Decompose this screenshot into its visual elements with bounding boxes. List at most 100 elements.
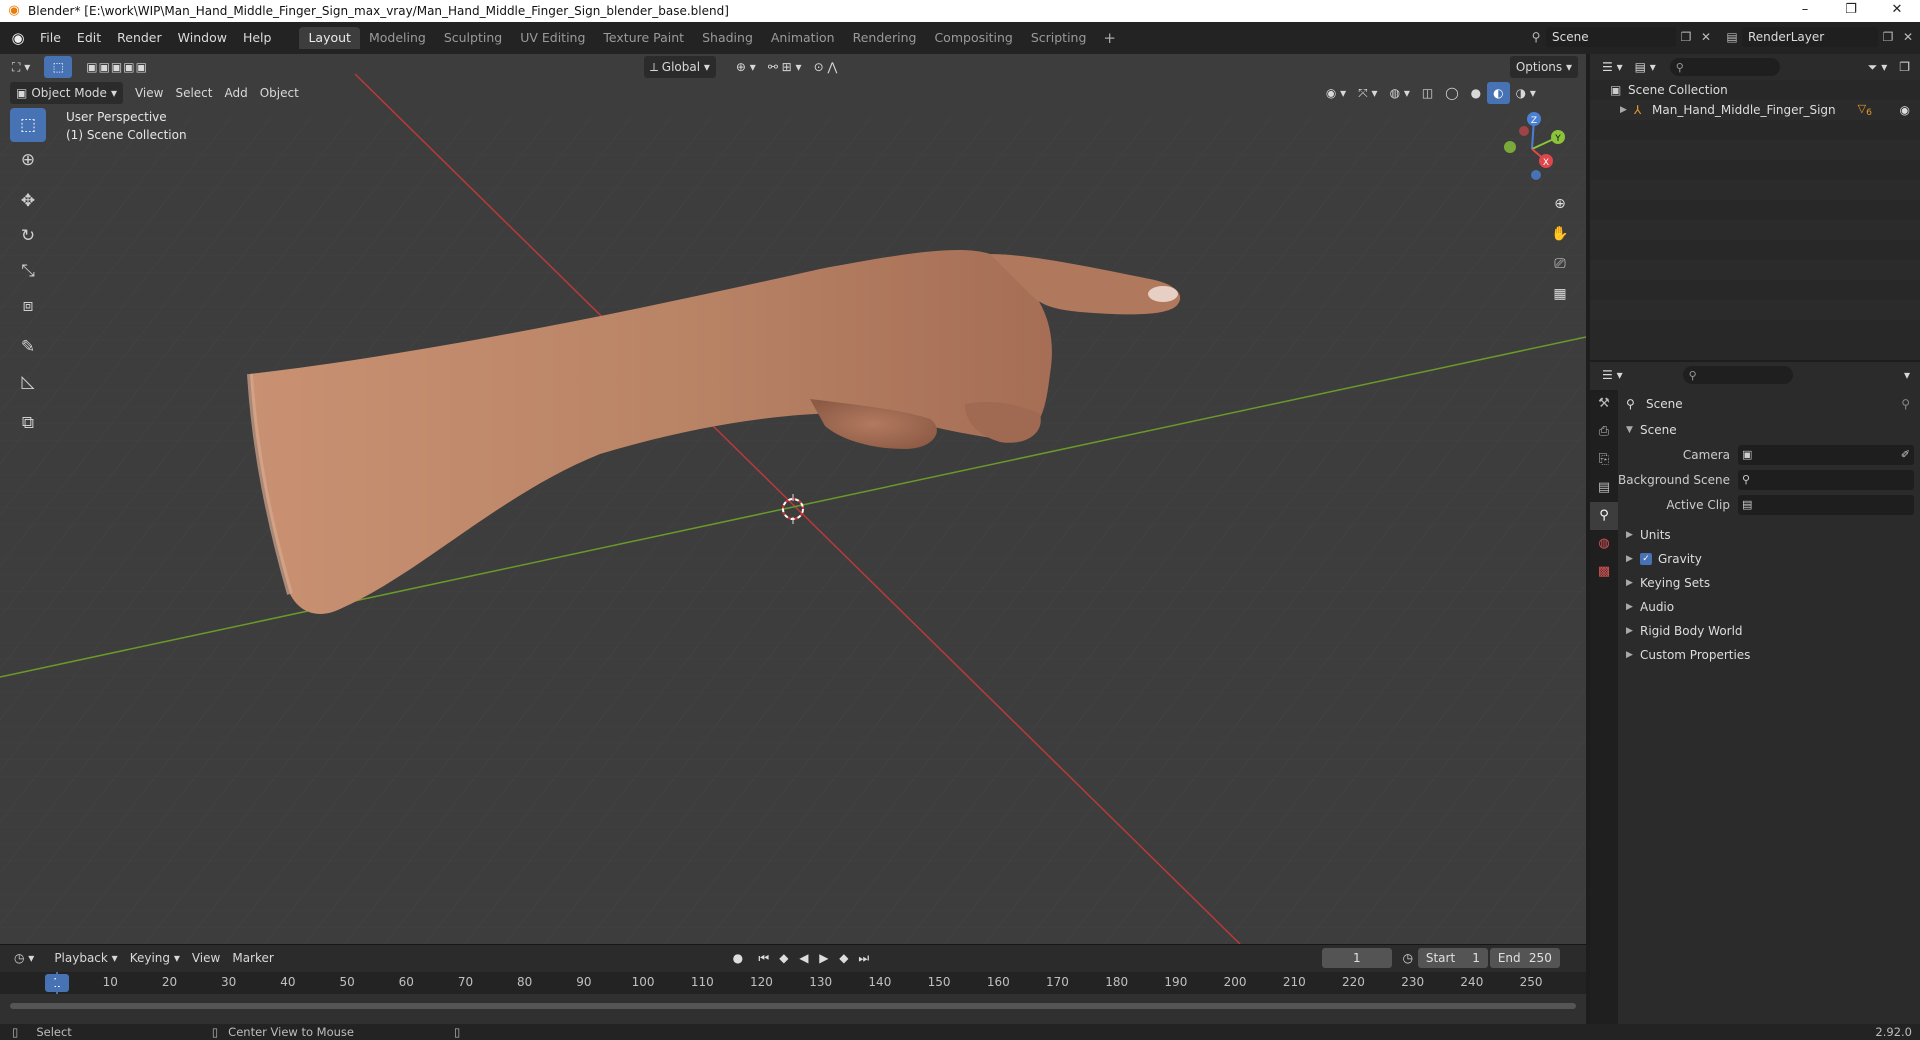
- overlays-icon[interactable]: ◍ ▾: [1384, 82, 1416, 104]
- scene-icon[interactable]: ⚲: [1526, 27, 1546, 47]
- texture-tab-icon[interactable]: ▩: [1590, 558, 1618, 586]
- outliner-scene-collection[interactable]: ▣ Scene Collection: [1590, 80, 1920, 100]
- tab-animation[interactable]: Animation: [762, 27, 844, 49]
- keying-menu[interactable]: Keying ▾: [124, 947, 186, 969]
- visibility-icon[interactable]: ◉ ▾: [1320, 82, 1352, 104]
- outliner-object-row[interactable]: ▶ ⅄ Man_Hand_Middle_Finger_Sign ▽6 ◉: [1590, 100, 1920, 120]
- menu-render[interactable]: Render: [109, 26, 170, 50]
- select-box-icon[interactable]: ⬚: [10, 108, 46, 142]
- xray-icon[interactable]: ◫: [1416, 82, 1439, 104]
- start-frame-field[interactable]: Start 1: [1417, 948, 1488, 968]
- camera-view-icon[interactable]: ⎚: [1546, 250, 1574, 278]
- units-panel[interactable]: ▶ Units: [1618, 523, 1920, 547]
- editor-type-icon[interactable]: ⛶ ▾: [6, 56, 36, 78]
- current-frame-field[interactable]: 1: [1321, 948, 1392, 968]
- measure-icon[interactable]: ◺: [10, 365, 46, 399]
- properties-options-icon[interactable]: ▾: [1898, 364, 1916, 386]
- tool-tab-icon[interactable]: ⚒: [1590, 390, 1618, 418]
- view-layer-name-field[interactable]: RenderLayer: [1742, 27, 1878, 47]
- expand-arrow-icon[interactable]: ▶: [1626, 530, 1640, 540]
- view-layer-icon[interactable]: ▤: [1722, 27, 1742, 47]
- scene-panel-header[interactable]: ▼ Scene: [1618, 418, 1920, 442]
- preview-range-icon[interactable]: ◷: [1398, 951, 1418, 965]
- camera-field[interactable]: ▣ ✐: [1738, 444, 1914, 465]
- eyedropper-icon[interactable]: ✐: [1901, 448, 1910, 461]
- options-button[interactable]: Options ▾: [1509, 56, 1578, 78]
- expand-arrow-icon[interactable]: ▶: [1626, 578, 1640, 588]
- close-button[interactable]: ✕: [1874, 0, 1920, 22]
- tab-sculpting[interactable]: Sculpting: [435, 27, 511, 49]
- jump-start-icon[interactable]: ⏮: [754, 951, 774, 966]
- shading-solid-icon[interactable]: ●: [1465, 82, 1487, 104]
- expand-arrow-icon[interactable]: ▶: [1620, 105, 1634, 115]
- tab-scripting[interactable]: Scripting: [1022, 27, 1096, 49]
- audio-panel[interactable]: ▶ Audio: [1618, 595, 1920, 619]
- blender-menu-icon[interactable]: ◉: [4, 24, 32, 52]
- new-view-layer-icon[interactable]: ❐: [1878, 27, 1898, 47]
- select-mode-icons[interactable]: ▣▣▣▣▣: [80, 56, 154, 78]
- snap-icon[interactable]: ⚯ ⊞ ▾: [762, 56, 808, 78]
- properties-search-input[interactable]: ⚲: [1682, 366, 1793, 384]
- menu-help[interactable]: Help: [235, 26, 280, 50]
- new-collection-icon[interactable]: ❐: [1893, 56, 1916, 78]
- gravity-checkbox[interactable]: ✓: [1640, 553, 1652, 565]
- viewport-menu-select[interactable]: Select: [169, 82, 218, 104]
- outliner-editor-type-icon[interactable]: ☰ ▾: [1596, 56, 1629, 78]
- properties-editor-type-icon[interactable]: ☰ ▾: [1596, 364, 1629, 386]
- expand-arrow-icon[interactable]: ▶: [1626, 626, 1640, 636]
- pan-hand-icon[interactable]: ✋: [1546, 220, 1574, 248]
- transform-orientation-dropdown[interactable]: ⟂ Global ▾: [643, 56, 716, 78]
- view-layer-tab-icon[interactable]: ▤: [1590, 474, 1618, 502]
- viewport-menu-object[interactable]: Object: [254, 82, 305, 104]
- restore-button[interactable]: ❐: [1828, 0, 1874, 22]
- outliner-search-input[interactable]: ⚲: [1669, 58, 1780, 76]
- timeline-ruler[interactable]: 1 10203040506070809010011012013014015016…: [0, 972, 1586, 994]
- gizmo-toggle-icon[interactable]: ⤧ ▾: [1352, 82, 1383, 104]
- rigid-body-world-panel[interactable]: ▶ Rigid Body World: [1618, 619, 1920, 643]
- prev-keyframe-icon[interactable]: ◆: [774, 951, 794, 965]
- transform-icon[interactable]: ⧈: [10, 289, 46, 323]
- new-scene-icon[interactable]: ❐: [1676, 27, 1696, 47]
- render-tab-icon[interactable]: ⎙: [1590, 418, 1618, 446]
- timeline-body[interactable]: [0, 994, 1586, 1025]
- marker-menu[interactable]: Marker: [226, 947, 279, 969]
- annotate-icon[interactable]: ✎: [10, 330, 46, 364]
- 3d-viewport[interactable]: ⛶ ▾ ⬚ ▣▣▣▣▣ ⟂ Global ▾ ⊕ ▾ ⚯ ⊞ ▾ ⊙ ⋀ Opt…: [0, 54, 1586, 944]
- delete-scene-icon[interactable]: ✕: [1696, 27, 1716, 47]
- proportional-editing-icon[interactable]: ⊙ ⋀: [808, 56, 844, 78]
- visibility-eye-icon[interactable]: ◉: [1900, 103, 1910, 117]
- tab-uv-editing[interactable]: UV Editing: [511, 27, 594, 49]
- play-reverse-icon[interactable]: ◀: [794, 951, 814, 965]
- add-workspace-button[interactable]: +: [1095, 29, 1124, 47]
- custom-properties-panel[interactable]: ▶ Custom Properties: [1618, 643, 1920, 667]
- zoom-icon[interactable]: ⊕: [1546, 190, 1574, 218]
- keying-sets-panel[interactable]: ▶ Keying Sets: [1618, 571, 1920, 595]
- tab-rendering[interactable]: Rendering: [844, 27, 926, 49]
- tab-texture-paint[interactable]: Texture Paint: [594, 27, 693, 49]
- display-mode-icon[interactable]: ▤ ▾: [1629, 56, 1662, 78]
- playback-menu[interactable]: Playback ▾: [48, 947, 123, 969]
- tab-layout[interactable]: Layout: [299, 27, 360, 49]
- record-icon[interactable]: ●: [728, 951, 748, 965]
- timeline-scrollbar[interactable]: [10, 1003, 1576, 1009]
- shading-wireframe-icon[interactable]: ◯: [1439, 82, 1464, 104]
- menu-edit[interactable]: Edit: [69, 26, 109, 50]
- add-cube-icon[interactable]: ⧉: [10, 406, 46, 440]
- gravity-panel[interactable]: ▶ ✓ Gravity: [1618, 547, 1920, 571]
- minimize-button[interactable]: –: [1782, 0, 1828, 22]
- pin-icon[interactable]: ⚲: [1901, 397, 1910, 411]
- menu-file[interactable]: File: [32, 26, 69, 50]
- scene-name-field[interactable]: Scene: [1546, 27, 1676, 47]
- expand-arrow-icon[interactable]: ▶: [1626, 650, 1640, 660]
- viewport-menu-view[interactable]: View: [129, 82, 169, 104]
- navigation-gizmo[interactable]: Z Y X: [1492, 109, 1572, 189]
- collapse-arrow-icon[interactable]: ▼: [1626, 425, 1640, 435]
- jump-end-icon[interactable]: ⏭: [854, 951, 874, 966]
- object-mode-dropdown[interactable]: ▣ Object Mode ▾: [10, 82, 123, 104]
- tab-modeling[interactable]: Modeling: [360, 27, 435, 49]
- next-keyframe-icon[interactable]: ◆: [834, 951, 854, 965]
- move-icon[interactable]: ✥: [10, 184, 46, 218]
- scene-tab-icon[interactable]: ⚲: [1590, 502, 1618, 530]
- active-clip-field[interactable]: ▤: [1738, 494, 1914, 515]
- tab-shading[interactable]: Shading: [693, 27, 762, 49]
